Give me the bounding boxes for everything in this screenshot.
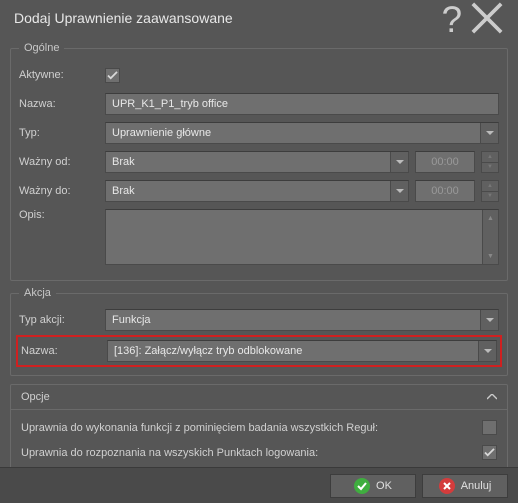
label-valid-to: Ważny do:	[19, 185, 105, 197]
ok-button[interactable]: OK	[330, 474, 416, 498]
ok-button-label: OK	[376, 480, 392, 492]
combo-action-type-value: Funkcja	[112, 314, 492, 326]
chevron-down-icon: ▼	[482, 163, 498, 173]
highlighted-row: Nazwa: [136]: Załącz/wyłącz tryb odbloko…	[16, 335, 502, 367]
close-icon	[439, 478, 455, 494]
dialog-window: Dodaj Uprawnienie zaawansowane ? Ogólne …	[0, 0, 518, 503]
chevron-up-icon: ▲	[482, 181, 498, 192]
scroll-track	[483, 226, 498, 248]
window-title: Dodaj Uprawnienie zaawansowane	[14, 10, 436, 26]
label-action-type: Typ akcji:	[19, 314, 105, 326]
close-button[interactable]	[470, 4, 504, 32]
footer: OK Anuluj	[0, 467, 518, 503]
time-valid-from[interactable]: 00:00	[415, 151, 475, 173]
chevron-down-icon	[390, 152, 408, 172]
combo-action-name[interactable]: [136]: Załącz/wyłącz tryb odblokowane	[107, 340, 497, 362]
help-button[interactable]: ?	[436, 4, 470, 32]
option-row-2: Uprawnia do rozpoznania na wszyskich Pun…	[21, 445, 497, 460]
label-active: Aktywne:	[19, 69, 105, 81]
label-name: Nazwa:	[19, 98, 105, 110]
combo-valid-to-value: Brak	[112, 185, 402, 197]
input-name[interactable]	[105, 93, 499, 115]
label-description: Opis:	[19, 209, 105, 221]
scrollbar[interactable]: ▲ ▼	[482, 210, 498, 264]
chevron-down-icon: ▼	[482, 192, 498, 202]
combo-valid-from[interactable]: Brak	[105, 151, 409, 173]
label-type: Typ:	[19, 127, 105, 139]
combo-type[interactable]: Uprawnienie główne	[105, 122, 499, 144]
combo-valid-to[interactable]: Brak	[105, 180, 409, 202]
option-row-1: Uprawnia do wykonania funkcji z pominięc…	[21, 420, 497, 435]
textarea-description[interactable]	[105, 209, 499, 265]
titlebar: Dodaj Uprawnienie zaawansowane ?	[0, 0, 518, 36]
checkbox-active[interactable]	[105, 68, 120, 83]
combo-action-type[interactable]: Funkcja	[105, 309, 499, 331]
svg-text:?: ?	[442, 1, 462, 35]
group-action: Akcja Typ akcji: Funkcja Nazwa:	[10, 287, 508, 376]
chevron-down-icon	[478, 341, 496, 361]
group-general-legend: Ogólne	[19, 42, 64, 54]
checkbox-option-1[interactable]	[482, 420, 497, 435]
chevron-down-icon	[480, 310, 498, 330]
combo-valid-from-value: Brak	[112, 156, 402, 168]
option-label-2: Uprawnia do rozpoznania na wszyskich Pun…	[21, 447, 482, 459]
option-label-1: Uprawnia do wykonania funkcji z pominięc…	[21, 422, 482, 434]
spinner-valid-to[interactable]: ▲ ▼	[481, 180, 499, 202]
cancel-button[interactable]: Anuluj	[422, 474, 508, 498]
label-valid-from: Ważny od:	[19, 156, 105, 168]
chevron-up-icon	[487, 391, 497, 403]
scroll-up-icon: ▲	[483, 210, 498, 226]
group-general: Ogólne Aktywne: Nazwa: Typ:	[10, 42, 508, 281]
chevron-down-icon	[480, 123, 498, 143]
checkbox-option-2[interactable]	[482, 445, 497, 460]
combo-type-value: Uprawnienie główne	[112, 127, 492, 139]
group-action-legend: Akcja	[19, 287, 56, 299]
options-header-label: Opcje	[21, 391, 487, 403]
options-body: Uprawnia do wykonania funkcji z pominięc…	[10, 410, 508, 467]
spinner-valid-from[interactable]: ▲ ▼	[481, 151, 499, 173]
chevron-up-icon: ▲	[482, 152, 498, 163]
scroll-down-icon: ▼	[483, 248, 498, 264]
time-valid-to[interactable]: 00:00	[415, 180, 475, 202]
label-action-name: Nazwa:	[21, 345, 107, 357]
options-header[interactable]: Opcje	[10, 384, 508, 410]
cancel-button-label: Anuluj	[461, 480, 492, 492]
chevron-down-icon	[390, 181, 408, 201]
combo-action-name-value: [136]: Załącz/wyłącz tryb odblokowane	[114, 345, 490, 357]
check-icon	[354, 478, 370, 494]
content-area: Ogólne Aktywne: Nazwa: Typ:	[0, 36, 518, 467]
